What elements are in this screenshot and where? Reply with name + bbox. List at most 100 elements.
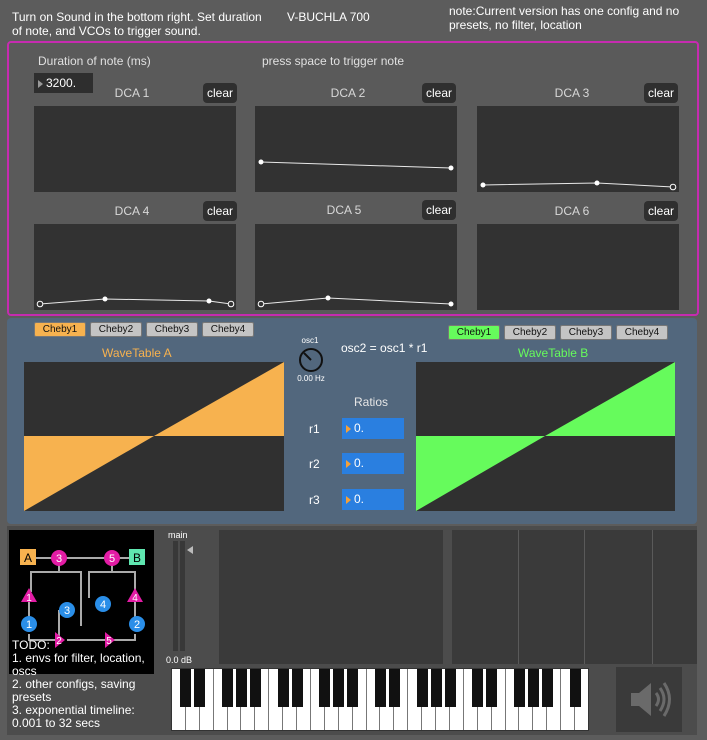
black-key[interactable] [277,669,289,707]
dca-3-curve [480,180,677,191]
ratios-title: Ratios [354,395,389,409]
spectrum-divider [652,530,653,664]
dca-5-clear-button[interactable]: clear [422,200,456,220]
todo-item-3: 3. exponential timeline: 0.001 to 32 sec… [12,703,135,730]
dca-4-curve [36,296,235,308]
black-key[interactable] [527,669,539,707]
scope-display [219,530,443,664]
black-key[interactable] [236,669,247,707]
dca-2-envelope[interactable] [255,106,457,192]
db-readout: 0.0 dB [166,655,193,665]
osc-label: osc1 [301,336,319,345]
sound-toggle-button[interactable] [616,667,682,732]
tab-b-cheby1[interactable]: Cheby1 [448,325,500,340]
ratio-r1-label: r1 [309,422,320,436]
tab-b-cheby3[interactable]: Cheby3 [560,325,612,340]
osc-frequency-value: 0.00 Hz [297,374,325,383]
tab-a-cheby4[interactable]: Cheby4 [202,322,254,337]
ratio-r2-input[interactable]: 0. [342,453,404,474]
dca-2-clear-button[interactable]: clear [422,83,456,103]
black-key[interactable] [430,669,442,707]
dca-3-envelope[interactable] [477,106,679,192]
meter-right [180,541,185,651]
wavetable-a-display[interactable] [24,362,284,511]
ratio-r2-label: r2 [309,457,320,471]
duration-label: Duration of note (ms) [38,54,151,68]
dial-knob-icon [299,348,323,372]
node-3-top: 3 [56,553,62,565]
ratio-r1-input[interactable]: 0. [342,418,404,439]
black-key[interactable] [180,669,192,707]
speaker-icon [631,682,671,717]
dca-1-label: DCA 1 [114,86,150,100]
dca-4-clear-button[interactable]: clear [203,201,237,221]
tab-b-cheby4[interactable]: Cheby4 [616,325,668,340]
wavetable-b-title: WaveTable B [518,346,589,360]
osc-formula: osc2 = osc1 * r1 [341,341,428,355]
black-key[interactable] [444,669,456,707]
tab-a-cheby1[interactable]: Cheby1 [34,322,86,337]
duration-value: 3200. [46,76,77,90]
wavetable-b-display[interactable] [416,362,675,511]
black-key[interactable] [416,669,428,707]
black-key[interactable] [486,669,498,707]
black-key[interactable] [249,669,261,707]
ratio-r3-label: r3 [309,493,320,507]
dca-2-label: DCA 2 [330,86,366,100]
node-4-mid: 4 [100,599,106,611]
dca-5-curve [257,295,454,308]
black-key[interactable] [291,669,303,707]
meter-left [173,541,178,651]
number-arrow-icon [346,495,351,504]
black-key[interactable] [541,669,553,707]
node-a: A [24,551,32,565]
black-key[interactable] [319,669,331,707]
tab-a-cheby2[interactable]: Cheby2 [90,322,142,337]
main-label: main [168,530,188,540]
black-key[interactable] [472,669,484,707]
app-title: V-BUCHLA 700 [287,10,370,24]
ratio-r3-input[interactable]: 0. [342,489,404,510]
number-arrow-icon [346,424,351,433]
dca-5-envelope[interactable] [255,224,457,310]
dca-4-envelope[interactable] [34,224,236,310]
spectrum-display [452,530,697,664]
instructions-text: Turn on Sound in the bottom right. Set d… [12,10,262,38]
black-key[interactable] [514,669,525,707]
wavetable-a-title: WaveTable A [102,346,172,360]
black-key[interactable] [388,669,400,707]
piano-keyboard[interactable] [171,668,589,731]
black-key[interactable] [375,669,386,707]
node-5-top: 5 [109,553,115,565]
spectrum-divider [518,530,519,664]
black-key[interactable] [347,669,359,707]
ratio-r3-value: 0. [354,492,365,506]
trigger-hint: press space to trigger note [262,54,405,68]
black-key[interactable] [569,669,581,707]
black-key[interactable] [194,669,206,707]
dca-1-clear-button[interactable]: clear [203,83,237,103]
number-arrow-icon [346,459,351,468]
black-key[interactable] [222,669,234,707]
dca-6-envelope[interactable] [477,224,679,310]
node-1-low: 1 [26,619,32,631]
wavetable-a-wave [24,362,284,511]
tab-a-cheby3[interactable]: Cheby3 [146,322,198,337]
dca-1-envelope[interactable] [34,106,236,192]
node-1-left: 1 [26,593,32,604]
dca-3-clear-button[interactable]: clear [644,83,678,103]
ratio-r2-value: 0. [354,456,365,470]
node-4-right: 4 [132,593,138,604]
spectrum-divider [584,530,585,664]
dca-6-label: DCA 6 [554,204,590,218]
ratio-r1-value: 0. [354,421,365,435]
tab-b-cheby2[interactable]: Cheby2 [504,325,556,340]
gain-slider-handle[interactable] [187,546,193,554]
dca-4-label: DCA 4 [114,204,150,218]
osc-frequency-dial[interactable] [298,347,324,373]
dca-6-clear-button[interactable]: clear [644,201,678,221]
wavetable-b-wave [416,362,675,511]
black-key[interactable] [333,669,345,707]
todo-item-1: 1. envs for filter, location, oscs [12,651,145,678]
version-note: note:Current version has one config and … [449,4,680,32]
